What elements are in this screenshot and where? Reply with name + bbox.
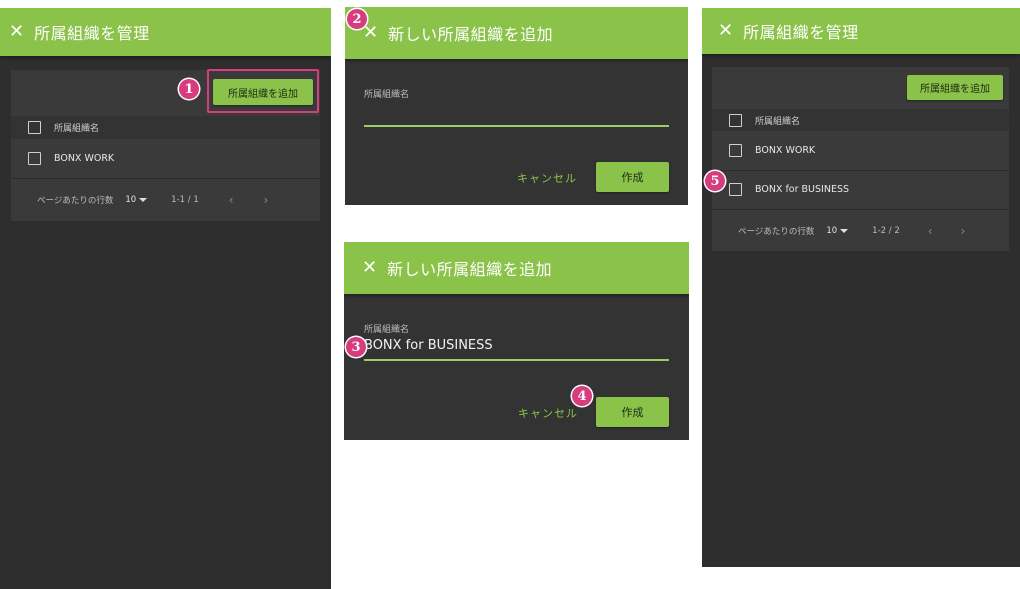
cancel-button[interactable]: キャンセル <box>518 405 578 421</box>
organization-table-card: 所属組織を追加 所属組織名 BONX WORK BONX for BUSINES… <box>712 67 1009 251</box>
close-icon[interactable]: ✕ <box>718 22 733 40</box>
dialog-header: ✕ 新しい所属組織を追加 <box>345 7 688 59</box>
table-header-row: 所属組織名 <box>11 116 320 139</box>
add-organization-button[interactable]: 所属組織を追加 <box>907 75 1003 100</box>
organization-name-cell: BONX WORK <box>54 153 115 164</box>
table-row: BONX WORK <box>712 131 1009 171</box>
dialog-title: 新しい所属組織を追加 <box>388 25 554 44</box>
column-header-organization-name: 所属組織名 <box>54 124 100 134</box>
step-marker-2: 2 <box>347 9 367 29</box>
add-organization-dialog-filled: ✕ 新しい所属組織を追加 所属組織名 BONX for BUSINESS キャン… <box>344 242 689 440</box>
row-checkbox[interactable] <box>28 152 41 165</box>
select-all-checkbox[interactable] <box>28 121 41 134</box>
organization-name-cell: BONX WORK <box>755 145 816 156</box>
row-checkbox[interactable] <box>729 183 742 196</box>
table-pagination: ページあたりの行数 10 1-1 / 1 ‹ › <box>11 188 320 212</box>
cancel-button[interactable]: キャンセル <box>517 170 577 186</box>
organization-name-label: 所属組織名 <box>364 325 410 335</box>
input-underline <box>364 125 669 127</box>
previous-page-icon[interactable]: ‹ <box>928 224 933 238</box>
dropdown-arrow-icon <box>139 197 148 202</box>
rows-per-page-label: ページあたりの行数 <box>738 227 815 237</box>
step-marker-4: 4 <box>572 386 592 406</box>
step-marker-3: 3 <box>346 337 366 357</box>
table-row: BONX WORK <box>11 139 320 179</box>
app-header: ✕ 所属組織を管理 <box>702 8 1020 54</box>
close-icon[interactable]: ✕ <box>363 24 378 42</box>
row-checkbox[interactable] <box>729 144 742 157</box>
step-marker-1: 1 <box>179 79 199 99</box>
close-icon[interactable]: ✕ <box>362 259 377 277</box>
previous-page-icon[interactable]: ‹ <box>229 193 234 207</box>
rows-per-page-value: 10 <box>125 195 137 205</box>
rows-per-page-select[interactable]: 10 <box>125 195 148 205</box>
dialog-header: ✕ 新しい所属組織を追加 <box>344 242 689 294</box>
rows-per-page-select[interactable]: 10 <box>826 226 849 236</box>
input-underline <box>364 359 669 361</box>
organization-name-label: 所属組織名 <box>364 90 410 100</box>
step-marker-5: 5 <box>705 171 725 191</box>
manage-panel-after: ✕ 所属組織を管理 所属組織を追加 所属組織名 BONX WORK BONX f… <box>702 8 1020 567</box>
next-page-icon[interactable]: › <box>264 193 269 207</box>
organization-name-input[interactable]: BONX for BUSINESS <box>364 338 669 353</box>
app-header: ✕ 所属組織を管理 <box>0 8 331 56</box>
column-header-organization-name: 所属組織名 <box>755 116 801 127</box>
organization-name-input[interactable] <box>364 105 669 123</box>
page-title: 所属組織を管理 <box>743 23 859 42</box>
dropdown-arrow-icon <box>840 228 849 233</box>
page-title: 所属組織を管理 <box>34 24 150 43</box>
next-page-icon[interactable]: › <box>961 224 966 238</box>
table-pagination: ページあたりの行数 10 1-2 / 2 ‹ › <box>712 219 1009 243</box>
create-button[interactable]: 作成 <box>596 397 669 427</box>
table-row: BONX for BUSINESS <box>712 170 1009 210</box>
table-header-row: 所属組織名 <box>712 109 1009 131</box>
rows-per-page-value: 10 <box>826 226 838 236</box>
close-icon[interactable]: ✕ <box>9 23 24 41</box>
dialog-title: 新しい所属組織を追加 <box>387 260 553 279</box>
add-organization-dialog-empty: ✕ 新しい所属組織を追加 所属組織名 キャンセル 作成 <box>345 7 688 205</box>
organization-name-cell: BONX for BUSINESS <box>755 184 850 195</box>
pagination-range: 1-2 / 2 <box>872 226 900 236</box>
step-1-highlight <box>207 69 319 113</box>
rows-per-page-label: ページあたりの行数 <box>37 196 114 206</box>
create-button[interactable]: 作成 <box>596 162 669 192</box>
select-all-checkbox[interactable] <box>729 113 742 127</box>
pagination-range: 1-1 / 1 <box>171 195 199 205</box>
